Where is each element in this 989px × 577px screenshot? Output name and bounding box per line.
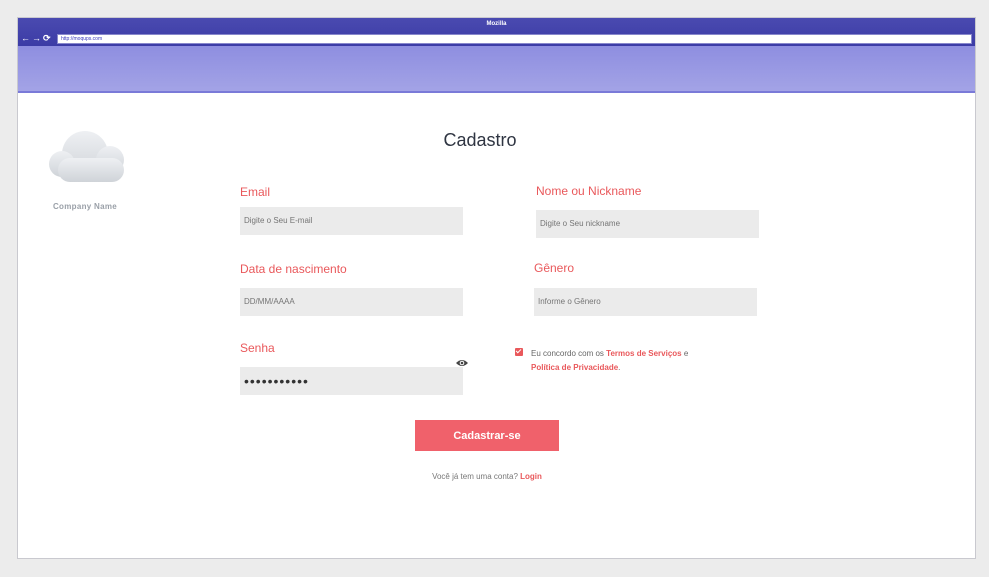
nickname-label: Nome ou Nickname — [536, 184, 642, 198]
browser-titlebar: Mozilla ← → ⟳ http://moqups.com — [18, 18, 975, 46]
password-field[interactable]: ••••••••••• — [240, 367, 463, 395]
gender-label: Gênero — [534, 261, 575, 275]
address-bar[interactable]: http://moqups.com — [57, 34, 972, 44]
reload-icon[interactable]: ⟳ — [43, 33, 51, 43]
browser-title: Mozilla — [486, 21, 507, 27]
login-prompt-text: Você já tem uma conta? — [432, 472, 518, 481]
terms-checkbox[interactable] — [515, 348, 523, 356]
eye-icon[interactable] — [455, 358, 469, 368]
terms-suffix: . — [618, 363, 621, 372]
register-button[interactable]: Cadastrar-se — [415, 420, 559, 451]
terms-prefix: Eu concordo com os — [531, 349, 604, 358]
login-link[interactable]: Login — [520, 472, 542, 481]
terms-connector: e — [683, 349, 689, 358]
privacy-policy-link[interactable]: Política de Privacidade — [531, 363, 618, 372]
terms-text: Eu concordo com os Termos de Serviços e … — [531, 347, 731, 375]
birthdate-field[interactable] — [240, 288, 463, 316]
company-name: Company Name — [52, 202, 118, 211]
terms-of-service-link[interactable]: Termos de Serviços — [606, 349, 681, 358]
birthdate-label: Data de nascimento — [240, 262, 347, 276]
cloud-icon — [49, 131, 124, 182]
page-header-band — [18, 46, 975, 93]
password-label: Senha — [240, 341, 275, 355]
gender-field[interactable] — [534, 288, 757, 316]
page-title: Cadastro — [443, 130, 517, 150]
browser-nav-buttons: ← → ⟳ — [21, 33, 51, 43]
forward-arrow-icon[interactable]: → — [32, 33, 41, 43]
email-field[interactable] — [240, 207, 463, 235]
email-label: Email — [240, 185, 271, 199]
back-arrow-icon[interactable]: ← — [21, 33, 30, 43]
nickname-field[interactable] — [536, 210, 759, 238]
login-prompt: Você já tem uma conta? Login — [380, 472, 594, 481]
